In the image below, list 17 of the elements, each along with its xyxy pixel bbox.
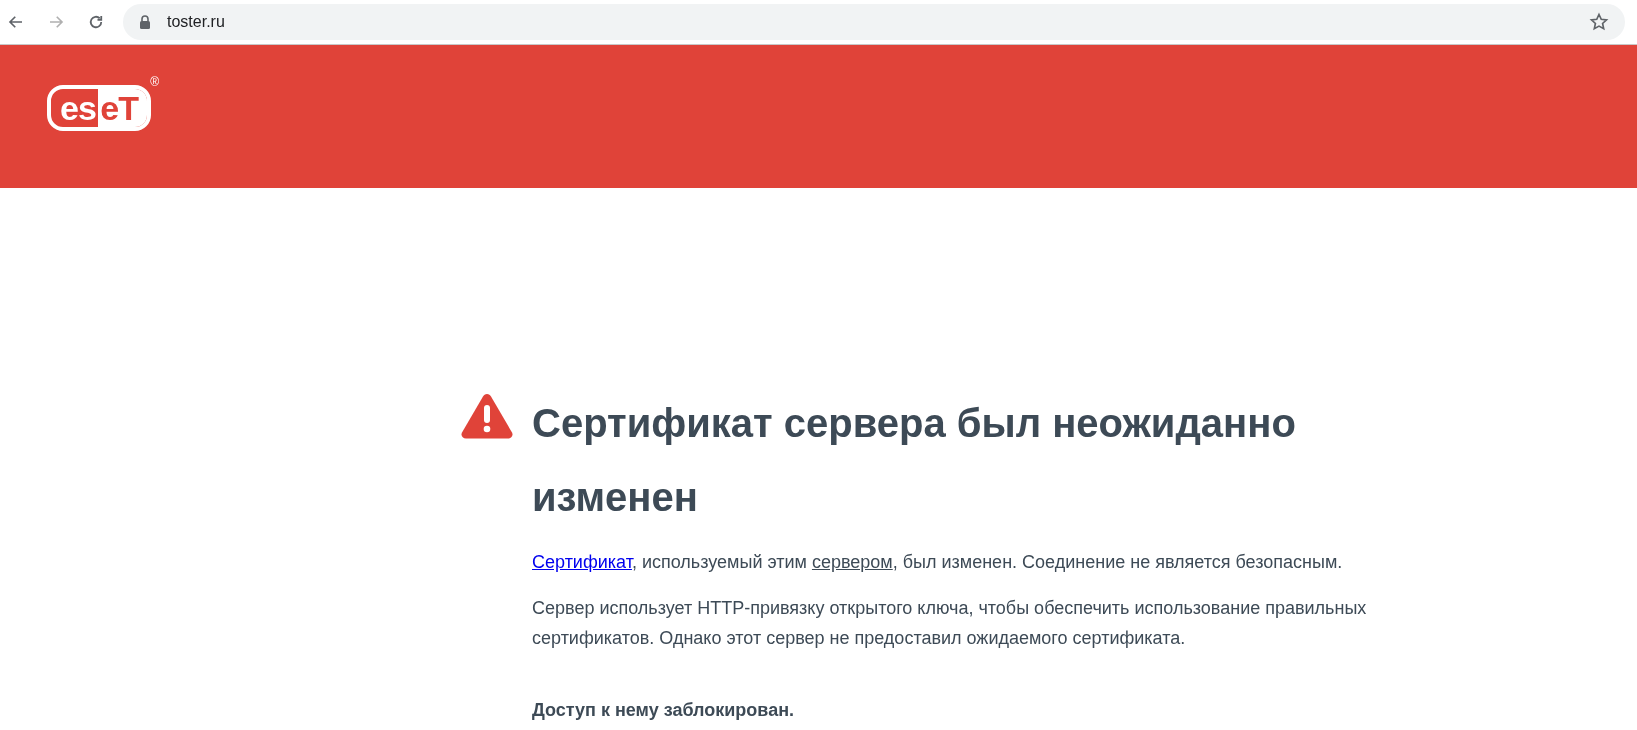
address-bar[interactable]: toster.ru [123,4,1625,40]
logo-text: es [59,89,98,127]
back-icon [7,13,25,31]
link[interactable]: сервером [811,552,893,572]
reload-icon [87,13,105,31]
lock-icon [139,15,151,29]
warning-icon [460,392,514,440]
warning-text: Сертификат, используемый этим сервером, был изменен. Соединение не является безопасным. [532,551,1344,574]
blocked-text: Доступ к нему заблокирован. [532,699,796,722]
warning-title: Сертификат сервера был неожиданно изменен [532,400,1297,521]
star-icon[interactable] [1589,12,1609,32]
forward-icon [47,13,65,31]
registered-mark: ® [150,74,160,91]
link[interactable]: Сертификат [532,552,632,572]
url-text: toster.ru [167,12,225,32]
logo-text: eT [98,89,148,127]
explanation-text: Сервер использует HTTP-привязку открытого ключа, чтобы обеспечить использование правильных сертификатов. Однако этот сервер не предоставил ожидаемого сертификата. [532,597,1368,650]
